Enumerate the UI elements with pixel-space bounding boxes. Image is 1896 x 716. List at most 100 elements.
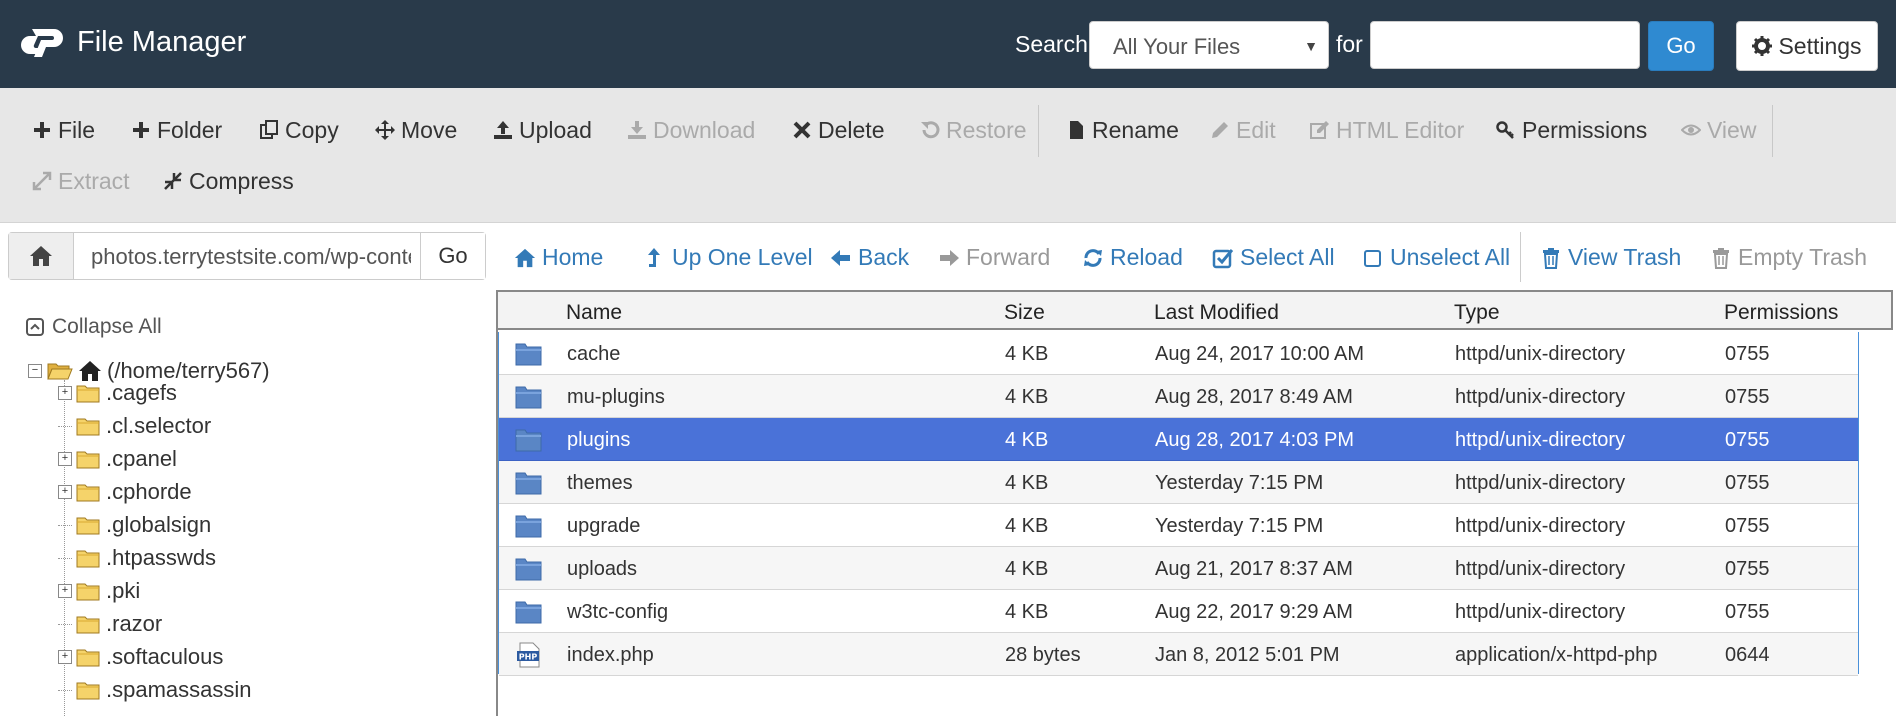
- level-up-icon: [648, 247, 660, 267]
- php-file-icon: PHP: [517, 642, 540, 668]
- cell-type: httpd/unix-directory: [1455, 472, 1626, 494]
- tree-item[interactable]: .razor: [58, 611, 162, 637]
- copy-button[interactable]: Copy: [259, 113, 339, 147]
- square-icon: [1364, 249, 1381, 267]
- folder-icon: [515, 515, 542, 538]
- search-go-button[interactable]: Go: [1648, 21, 1714, 71]
- folder-icon: [76, 550, 100, 568]
- trash-icon: [1543, 247, 1559, 269]
- download-button[interactable]: Download: [627, 113, 755, 147]
- folder-icon: [76, 385, 100, 403]
- permissions-button[interactable]: Permissions: [1496, 113, 1647, 147]
- tree-connector: [58, 557, 72, 559]
- compress-label: Compress: [189, 167, 294, 194]
- tree-connector: [58, 524, 72, 526]
- rename-button[interactable]: Rename: [1066, 113, 1179, 147]
- new-file-button[interactable]: File: [32, 113, 95, 147]
- column-header-permissions[interactable]: Permissions: [1724, 301, 1838, 325]
- folder-icon: [76, 649, 100, 667]
- home-icon: [30, 246, 52, 266]
- nav-up-one-level-label: Up One Level: [672, 244, 813, 270]
- column-header-last-modified[interactable]: Last Modified: [1154, 301, 1279, 325]
- table-row[interactable]: mu-plugins 4 KB Aug 28, 2017 8:49 AM httpd/…: [499, 375, 1858, 418]
- column-header-name[interactable]: Name: [566, 301, 622, 325]
- svg-text:PHP: PHP: [519, 653, 538, 662]
- tree-item[interactable]: + .cphorde: [58, 479, 192, 505]
- nav-unselect-all-link[interactable]: Unselect All: [1362, 244, 1510, 271]
- table-row[interactable]: PHP index.php 28 bytes Jan 8, 2012 5:01 PM a…: [499, 633, 1858, 676]
- path-home-button[interactable]: [9, 233, 74, 279]
- expand-icon[interactable]: +: [58, 386, 72, 400]
- tree-item[interactable]: + .cagefs: [58, 380, 177, 406]
- nav-up-one-level-link[interactable]: Up One Level: [644, 244, 813, 271]
- tree-item[interactable]: .spamassassin: [58, 677, 252, 703]
- toolbar: File Folder Copy Move Upload Download De…: [0, 88, 1896, 223]
- cell-type: httpd/unix-directory: [1455, 343, 1626, 365]
- tree-item[interactable]: + .cpanel: [58, 446, 177, 472]
- toolbar-divider: [1038, 105, 1039, 157]
- column-header-size[interactable]: Size: [1004, 301, 1045, 325]
- delete-button[interactable]: Delete: [792, 113, 884, 147]
- nav-forward-label: Forward: [966, 244, 1051, 270]
- edit-square-icon: [1310, 121, 1329, 139]
- restore-button[interactable]: Restore: [920, 113, 1027, 147]
- table-row[interactable]: plugins 4 KB Aug 28, 2017 4:03 PM httpd/uni…: [499, 418, 1858, 461]
- nav-forward-link[interactable]: Forward: [938, 244, 1050, 271]
- tree-item[interactable]: .cl.selector: [58, 413, 211, 439]
- compress-button[interactable]: Compress: [163, 164, 294, 198]
- search-scope-select[interactable]: All Your Files ▼: [1089, 21, 1329, 69]
- nav-back-link[interactable]: Back: [830, 244, 909, 271]
- arrow-left-icon: [831, 249, 850, 266]
- tree-item[interactable]: + .pki: [58, 578, 140, 604]
- table-row[interactable]: upgrade 4 KB Yesterday 7:15 PM httpd/unix-d…: [499, 504, 1858, 547]
- expand-icon[interactable]: +: [58, 584, 72, 598]
- path-go-button[interactable]: Go: [420, 233, 485, 279]
- new-folder-label: Folder: [157, 116, 223, 143]
- expand-icon[interactable]: +: [58, 485, 72, 499]
- nav-select-all-link[interactable]: Select All: [1212, 244, 1335, 271]
- tree-item[interactable]: .globalsign: [58, 512, 211, 538]
- cell-size: 4 KB: [1005, 515, 1049, 537]
- cell-last-modified: Aug 28, 2017 8:49 AM: [1155, 386, 1353, 408]
- html-editor-button[interactable]: HTML Editor: [1310, 113, 1464, 147]
- upload-button[interactable]: Upload: [493, 113, 592, 147]
- home-icon: [79, 361, 101, 381]
- table-row[interactable]: w3tc-config 4 KB Aug 22, 2017 9:29 AM httpd…: [499, 590, 1858, 633]
- table-row[interactable]: cache 4 KB Aug 24, 2017 10:00 AM httpd/unix…: [499, 332, 1858, 375]
- nav-reload-link[interactable]: Reload: [1082, 244, 1183, 271]
- cell-name: index.php: [567, 644, 654, 666]
- table-row[interactable]: uploads 4 KB Aug 21, 2017 8:37 AM httpd/uni…: [499, 547, 1858, 590]
- upload-icon: [494, 121, 512, 139]
- move-button[interactable]: Move: [375, 113, 457, 147]
- extract-label: Extract: [58, 167, 130, 194]
- expand-icon[interactable]: +: [58, 650, 72, 664]
- nav-unselect-all-label: Unselect All: [1390, 244, 1511, 270]
- cell-last-modified: Aug 22, 2017 9:29 AM: [1155, 601, 1353, 623]
- nav-view-trash-link[interactable]: View Trash: [1540, 244, 1681, 271]
- view-button[interactable]: View: [1681, 113, 1756, 147]
- nav-empty-trash-link[interactable]: Empty Trash: [1710, 244, 1867, 271]
- extract-button[interactable]: Extract: [32, 164, 130, 198]
- cell-size: 4 KB: [1005, 343, 1049, 365]
- table-row[interactable]: themes 4 KB Yesterday 7:15 PM httpd/unix-di…: [499, 461, 1858, 504]
- expand-icon[interactable]: +: [58, 452, 72, 466]
- nav-home-link[interactable]: Home: [514, 244, 603, 271]
- path-input[interactable]: photos.terrytestsite.com/wp-content: [91, 244, 411, 270]
- collapse-all-link[interactable]: Collapse All: [26, 315, 162, 339]
- check-square-icon: [1212, 248, 1234, 268]
- cell-permissions: 0755: [1725, 558, 1770, 580]
- search-input[interactable]: [1370, 21, 1640, 69]
- tree-item-label: .cagefs: [106, 380, 177, 405]
- cell-last-modified: Aug 28, 2017 4:03 PM: [1155, 429, 1355, 451]
- move-arrows-icon: [375, 120, 395, 140]
- nav-home-label: Home: [542, 244, 604, 270]
- tree-item[interactable]: + .softaculous: [58, 644, 223, 670]
- column-header-type[interactable]: Type: [1454, 301, 1500, 325]
- new-folder-button[interactable]: Folder: [131, 113, 222, 147]
- tree-item[interactable]: .htpasswds: [58, 545, 216, 571]
- rename-label: Rename: [1092, 116, 1179, 143]
- settings-label: Settings: [1778, 32, 1862, 59]
- edit-button[interactable]: Edit: [1210, 113, 1276, 147]
- settings-button[interactable]: Settings: [1736, 21, 1878, 71]
- folder-icon: [76, 517, 100, 535]
